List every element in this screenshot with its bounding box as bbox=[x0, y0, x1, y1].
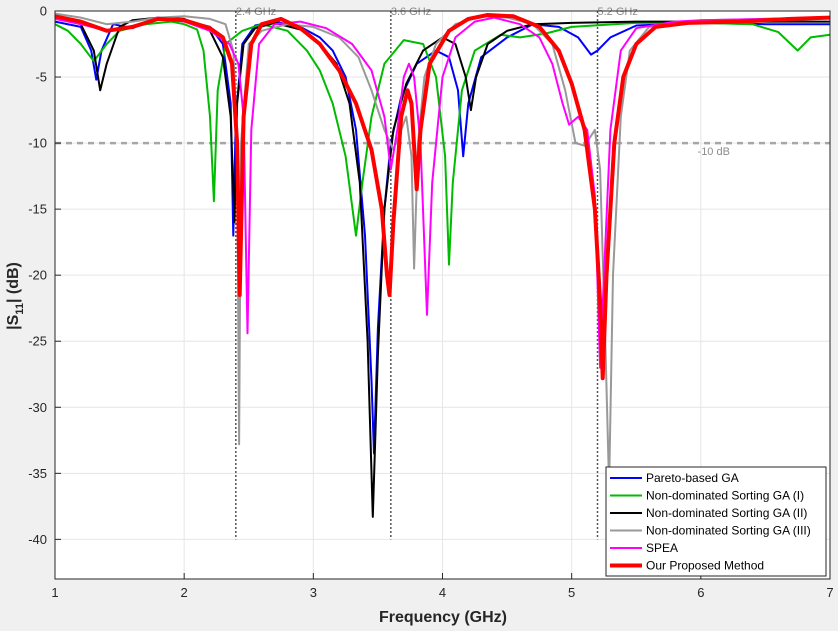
y-tick-label: -5 bbox=[35, 70, 47, 85]
y-axis-label: |S11| (dB) bbox=[5, 262, 26, 330]
frequency-marker-label: 5.2 GHz bbox=[598, 6, 638, 18]
y-tick-label: -20 bbox=[28, 268, 47, 283]
x-tick-label: 4 bbox=[439, 585, 446, 600]
minus-10db-label: -10 dB bbox=[698, 146, 730, 158]
y-tick-label: -15 bbox=[28, 202, 47, 217]
x-tick-label: 2 bbox=[181, 585, 188, 600]
legend-label: Non-dominated Sorting GA (III) bbox=[646, 524, 811, 538]
x-tick-label: 6 bbox=[697, 585, 704, 600]
s11-chart: -10 dB 2.4 GHz 3.6 GHz 5.2 GHz 1 2 3 4 5 6 7 0 -5… bbox=[5, 4, 834, 627]
y-axis-label-main: |S bbox=[5, 314, 22, 329]
legend-label: Non-dominated Sorting GA (I) bbox=[646, 489, 804, 503]
x-tick-label: 3 bbox=[310, 585, 317, 600]
y-tick-label: -10 bbox=[28, 136, 47, 151]
x-axis-label: Frequency (GHz) bbox=[379, 609, 507, 626]
legend-label: Pareto-based GA bbox=[646, 471, 739, 485]
legend-label: Non-dominated Sorting GA (II) bbox=[646, 506, 807, 520]
y-tick-label: 0 bbox=[40, 4, 47, 19]
x-tick-label: 5 bbox=[568, 585, 575, 600]
frequency-marker-label: 3.6 GHz bbox=[391, 6, 431, 18]
x-tick-label: 7 bbox=[826, 585, 833, 600]
y-tick-label: -25 bbox=[28, 334, 47, 349]
y-tick-label: -40 bbox=[28, 532, 47, 547]
frequency-marker-label: 2.4 GHz bbox=[236, 6, 276, 18]
y-axis-label-sub: 11 bbox=[14, 303, 26, 315]
y-tick-label: -30 bbox=[28, 400, 47, 415]
legend-label: Our Proposed Method bbox=[646, 559, 764, 573]
x-tick-label: 1 bbox=[51, 585, 58, 600]
legend: Pareto-based GA Non-dominated Sorting GA … bbox=[605, 466, 827, 577]
y-tick-label: -35 bbox=[28, 466, 47, 481]
legend-label: SPEA bbox=[646, 541, 678, 555]
y-axis-label-end: | (dB) bbox=[5, 262, 22, 303]
